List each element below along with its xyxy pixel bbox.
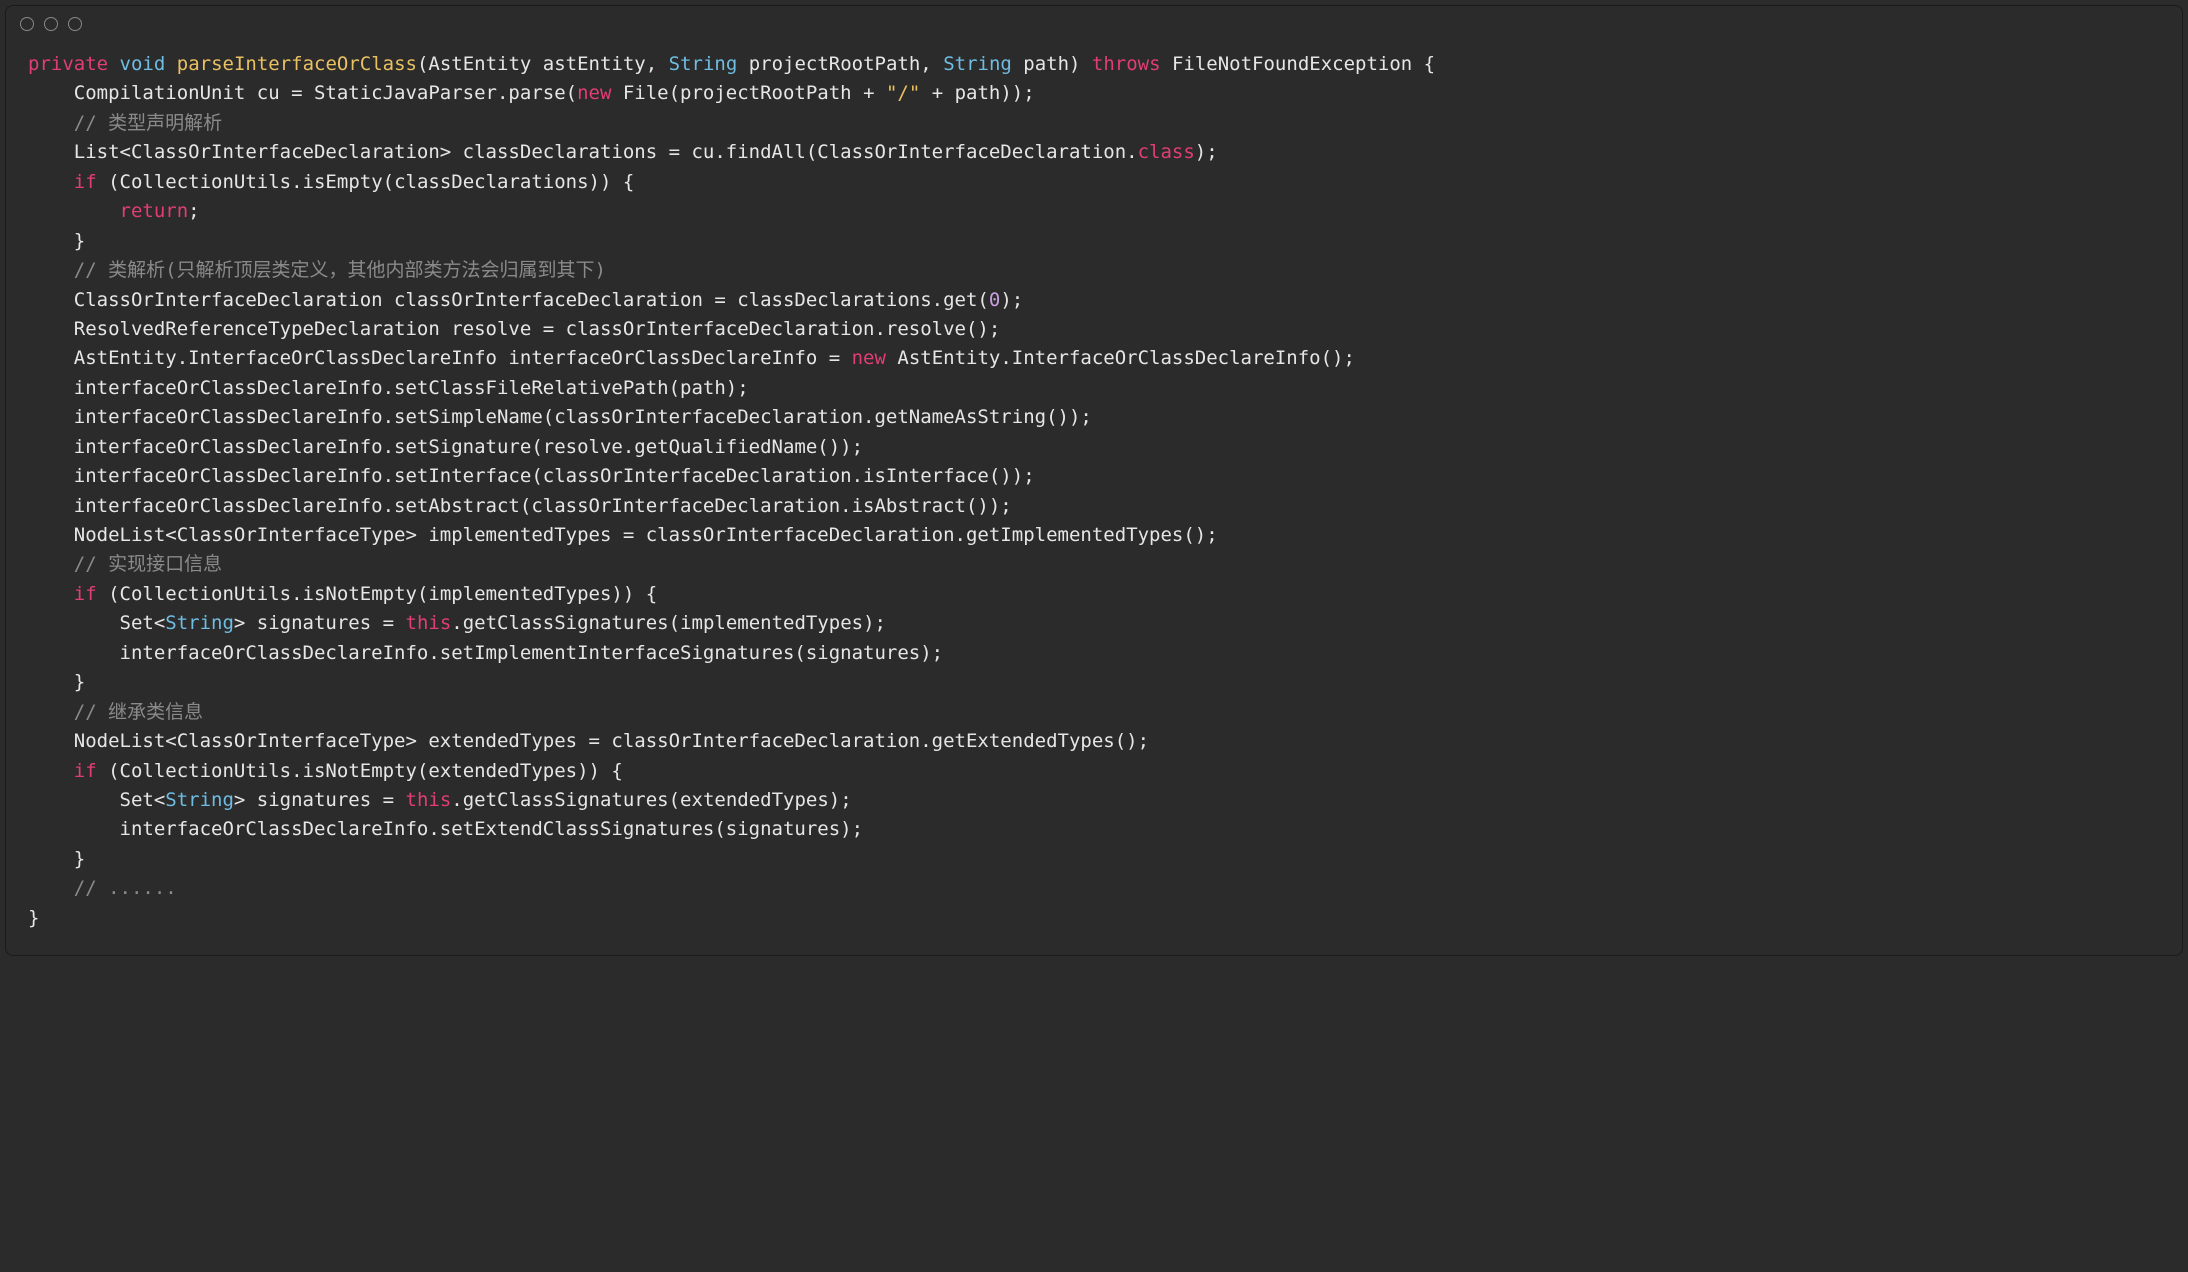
code-window: private void parseInterfaceOrClass(AstEn… [5,5,2183,956]
code-line: if (CollectionUtils.isNotEmpty(implement… [28,583,657,605]
code-line: NodeList<ClassOrInterfaceType> implement… [28,524,1218,546]
code-line: interfaceOrClassDeclareInfo.setAbstract(… [28,495,1012,517]
code-line: } [28,848,85,870]
code-line: } [28,907,39,929]
code-line: List<ClassOrInterfaceDeclaration> classD… [28,141,1218,163]
code-line: return; [28,200,200,222]
code-line: CompilationUnit cu = StaticJavaParser.pa… [28,82,1035,104]
code-line: interfaceOrClassDeclareInfo.setClassFile… [28,377,749,399]
code-line: interfaceOrClassDeclareInfo.setImplement… [28,642,943,664]
code-line: // 继承类信息 [28,701,203,723]
code-line: } [28,230,85,252]
code-line: interfaceOrClassDeclareInfo.setSignature… [28,436,863,458]
code-line: // ...... [28,877,177,899]
code-line: AstEntity.InterfaceOrClassDeclareInfo in… [28,347,1355,369]
code-line: } [28,671,85,693]
code-line: interfaceOrClassDeclareInfo.setExtendCla… [28,818,863,840]
code-line: Set<String> signatures = this.getClassSi… [28,612,886,634]
code-line: // 类解析(只解析顶层类定义，其他内部类方法会归属到其下) [28,259,606,281]
code-line: // 类型声明解析 [28,112,222,134]
code-line: private void parseInterfaceOrClass(AstEn… [28,53,1435,75]
maximize-icon[interactable] [68,17,82,31]
code-line: if (CollectionUtils.isEmpty(classDeclara… [28,171,634,193]
code-line: Set<String> signatures = this.getClassSi… [28,789,852,811]
code-line: // 实现接口信息 [28,553,222,575]
code-line: ClassOrInterfaceDeclaration classOrInter… [28,289,1023,311]
minimize-icon[interactable] [44,17,58,31]
code-editor[interactable]: private void parseInterfaceOrClass(AstEn… [6,42,2182,955]
code-line: interfaceOrClassDeclareInfo.setSimpleNam… [28,406,1092,428]
code-line: NodeList<ClassOrInterfaceType> extendedT… [28,730,1149,752]
code-line: interfaceOrClassDeclareInfo.setInterface… [28,465,1035,487]
close-icon[interactable] [20,17,34,31]
code-line: ResolvedReferenceTypeDeclaration resolve… [28,318,1000,340]
code-line: if (CollectionUtils.isNotEmpty(extendedT… [28,760,623,782]
titlebar [6,6,2182,42]
